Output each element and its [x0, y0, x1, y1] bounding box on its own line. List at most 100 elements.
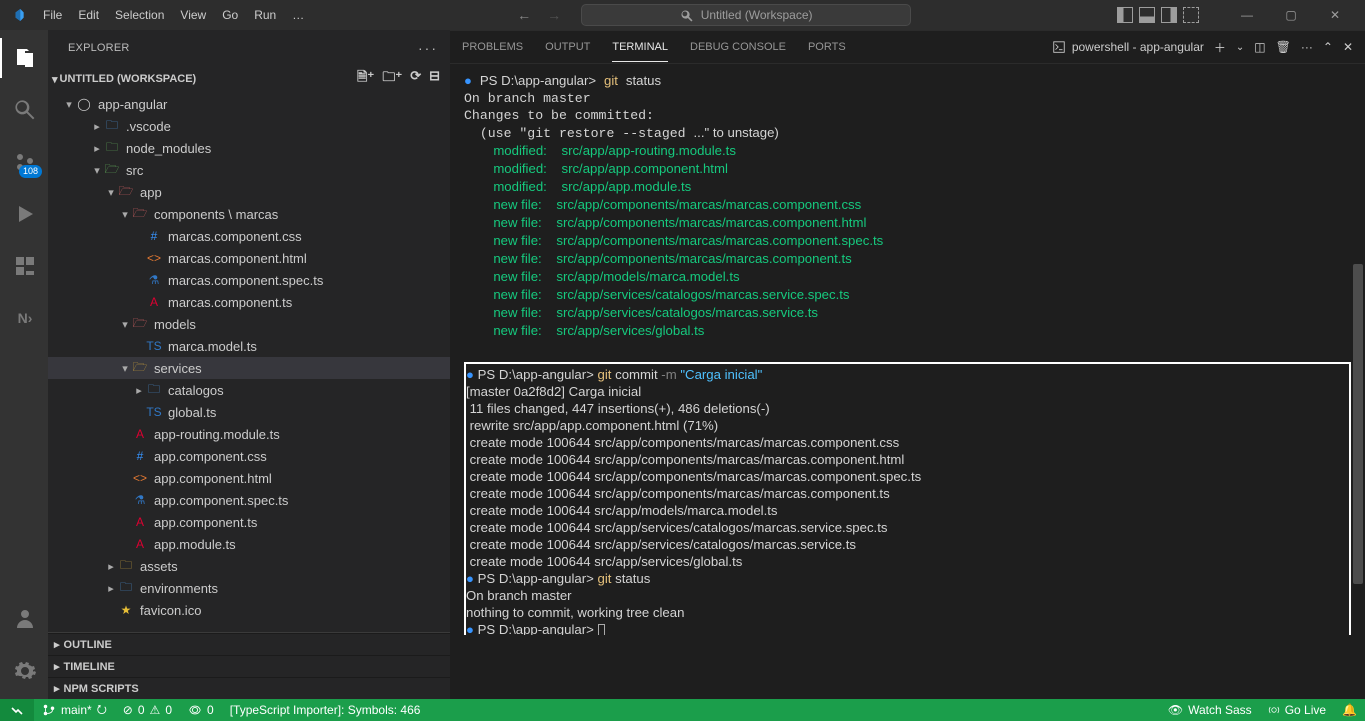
file-tree[interactable]: ◯ app-angular 🗀.vscode🗀node_modules🗁src🗁… [48, 93, 450, 632]
customize-layout-icon[interactable] [1183, 7, 1199, 23]
window-close-button[interactable]: ✕ [1313, 0, 1357, 30]
section-timeline[interactable]: TIMELINE [48, 655, 450, 677]
tree-file[interactable]: ⚗app.component.spec.ts [48, 489, 450, 511]
collapse-icon[interactable]: ⊟ [429, 68, 440, 90]
file-icon: TS [146, 404, 162, 420]
kill-terminal-icon[interactable]: 🗑 [1276, 40, 1291, 54]
title-bar: FileEditSelectionViewGoRun… ← → Untitled… [0, 0, 1365, 30]
sync-icon[interactable]: ⭮ [97, 700, 107, 721]
toggle-sidebar-right-icon[interactable] [1161, 7, 1177, 23]
folder-icon: 🗀 [104, 118, 120, 134]
new-file-icon[interactable]: 🗎⁺ [357, 68, 374, 90]
activity-search[interactable] [0, 90, 48, 130]
terminal-dropdown-icon[interactable]: ⌄ [1236, 42, 1244, 53]
terminal-scrollbar[interactable] [1353, 64, 1363, 695]
tree-folder[interactable]: 🗀catalogos [48, 379, 450, 401]
nav-back-icon[interactable]: ← [517, 7, 531, 23]
tree-file[interactable]: #app.component.css [48, 445, 450, 467]
status-watch-sass[interactable]: 👁Watch Sass [1160, 699, 1260, 721]
tree-folder[interactable]: 🗁services [48, 357, 450, 379]
toggle-panel-icon[interactable] [1139, 7, 1155, 23]
section-outline[interactable]: OUTLINE [48, 633, 450, 655]
menu-go[interactable]: Go [215, 4, 245, 26]
tree-folder[interactable]: 🗀assets [48, 555, 450, 577]
panel-tab-debug-console[interactable]: DEBUG CONSOLE [690, 33, 786, 61]
remote-indicator[interactable] [0, 699, 34, 721]
toggle-sidebar-icon[interactable] [1117, 7, 1133, 23]
folder-icon: 🗀 [118, 580, 134, 596]
tree-folder[interactable]: 🗁src [48, 159, 450, 181]
tree-file[interactable]: <>marcas.component.html [48, 247, 450, 269]
activity-explorer[interactable] [0, 38, 48, 78]
file-icon: A [132, 514, 148, 530]
menu-selection[interactable]: Selection [108, 4, 171, 26]
new-folder-icon[interactable]: 🗀⁺ [382, 68, 402, 90]
menu-file[interactable]: File [36, 4, 69, 26]
panel-tab-terminal[interactable]: TERMINAL [612, 33, 668, 62]
status-bell-icon[interactable]: 🔔 [1334, 699, 1365, 721]
section-npm-scripts[interactable]: NPM SCRIPTS [48, 677, 450, 699]
tree-file[interactable]: #marcas.component.css [48, 225, 450, 247]
tree-folder[interactable]: 🗀 .vscode [48, 115, 450, 137]
tree-folder[interactable]: 🗁models [48, 313, 450, 335]
command-center[interactable]: Untitled (Workspace) [581, 4, 911, 26]
tree-item-label: favicon.ico [140, 603, 201, 618]
panel-more-icon[interactable]: ··· [1301, 40, 1313, 54]
tree-file[interactable]: ★favicon.ico [48, 599, 450, 621]
tree-item-label: app.module.ts [154, 537, 236, 552]
tree-file[interactable]: Aapp.component.ts [48, 511, 450, 533]
status-go-live[interactable]: Go Live [1260, 699, 1334, 721]
refresh-icon[interactable]: ⟳ [410, 68, 421, 90]
circle-icon: ◯ [76, 96, 92, 112]
activity-extensions[interactable] [0, 246, 48, 286]
activity-scm[interactable]: 108 [0, 142, 48, 182]
status-branch[interactable]: main*⭮ [34, 699, 115, 721]
menu-view[interactable]: View [173, 4, 213, 26]
tree-file[interactable]: TSglobal.ts [48, 401, 450, 423]
window-minimize-button[interactable]: — [1225, 0, 1269, 30]
menu-run[interactable]: Run [247, 4, 283, 26]
activity-account[interactable] [0, 599, 48, 639]
scm-badge: 108 [19, 165, 42, 178]
panel-tab-ports[interactable]: PORTS [808, 33, 846, 61]
activity-debug[interactable] [0, 194, 48, 234]
tree-item-label: marcas.component.ts [168, 295, 292, 310]
new-terminal-icon[interactable]: ＋ [1214, 39, 1226, 56]
activity-settings[interactable] [0, 651, 48, 691]
terminal-output[interactable]: ● PS D:\app-angular> git status On branc… [450, 64, 1365, 635]
tree-folder[interactable]: 🗁components \ marcas [48, 203, 450, 225]
menu-…[interactable]: … [285, 4, 311, 26]
tree-item-label: .vscode [126, 119, 171, 134]
editor-area: PROBLEMS OUTPUT TERMINAL DEBUG CONSOLE PORTS… [450, 30, 1365, 699]
menu-edit[interactable]: Edit [71, 4, 106, 26]
tree-file[interactable]: Aapp-routing.module.ts [48, 423, 450, 445]
activity-nx[interactable]: N› [0, 298, 48, 338]
tree-file[interactable]: ⚗marcas.component.spec.ts [48, 269, 450, 291]
status-ports[interactable]: 0 [180, 699, 222, 721]
workspace-header[interactable]: UNTITLED (WORKSPACE) 🗎⁺ 🗀⁺ ⟳ ⊟ [48, 65, 450, 93]
tree-item-label: app.component.html [154, 471, 272, 486]
tree-file[interactable]: Amarcas.component.ts [48, 291, 450, 313]
tree-file[interactable]: TSmarca.model.ts [48, 335, 450, 357]
nav-forward-icon[interactable]: → [547, 7, 561, 23]
file-icon: <> [146, 250, 162, 266]
panel-maximize-icon[interactable]: ⌃ [1323, 40, 1333, 54]
tree-folder[interactable]: 🗁app [48, 181, 450, 203]
split-terminal-icon[interactable]: ◫ [1254, 40, 1265, 54]
tree-folder-root[interactable]: ◯ app-angular [48, 93, 450, 115]
layout-controls[interactable] [1117, 7, 1199, 23]
tree-file[interactable]: Aapp.module.ts [48, 533, 450, 555]
panel-close-icon[interactable]: ✕ [1343, 40, 1353, 54]
panel-tab-problems[interactable]: PROBLEMS [462, 33, 523, 61]
explorer-more-icon[interactable]: ··· [418, 40, 438, 56]
tree-file[interactable]: <>app.component.html [48, 467, 450, 489]
tree-item-label: services [154, 361, 202, 376]
window-maximize-button[interactable]: ▢ [1269, 0, 1313, 30]
tree-folder[interactable]: 🗀node_modules [48, 137, 450, 159]
status-task[interactable]: [TypeScript Importer]: Symbols: 466 [222, 699, 429, 721]
file-icon: TS [146, 338, 162, 354]
terminal-shell-selector[interactable]: powershell - app-angular [1052, 40, 1204, 54]
panel-tab-output[interactable]: OUTPUT [545, 33, 590, 61]
tree-folder[interactable]: 🗀environments [48, 577, 450, 599]
status-problems[interactable]: ⊘0⚠0 [115, 699, 180, 721]
